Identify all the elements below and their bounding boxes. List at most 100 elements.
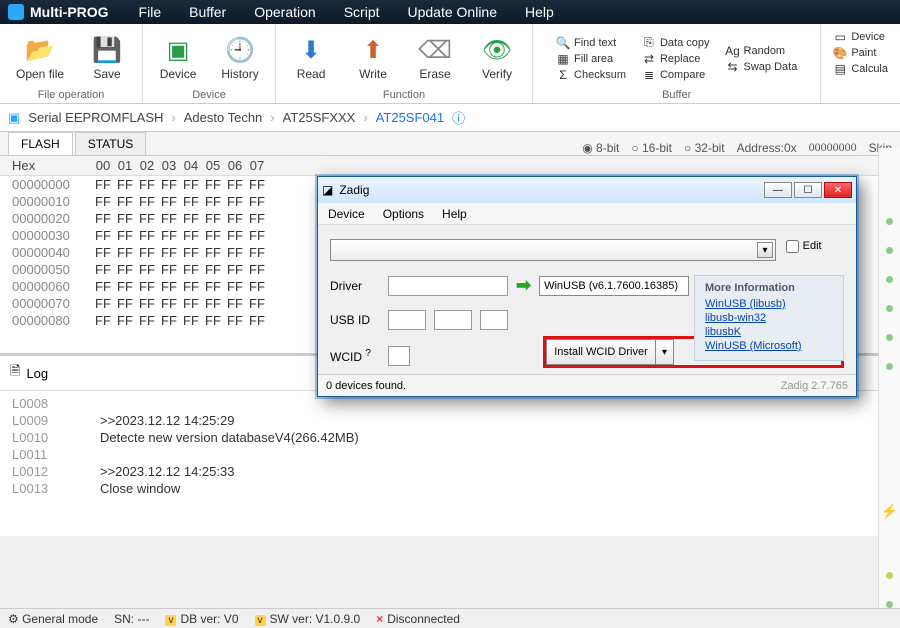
history-button[interactable]: 🕘History bbox=[213, 35, 267, 83]
hex-byte[interactable]: FF bbox=[136, 313, 158, 328]
hex-byte[interactable]: FF bbox=[224, 177, 246, 192]
hex-byte[interactable]: FF bbox=[224, 262, 246, 277]
hex-byte[interactable]: FF bbox=[92, 194, 114, 209]
hex-byte[interactable]: FF bbox=[158, 245, 180, 260]
hex-byte[interactable]: FF bbox=[180, 211, 202, 226]
wcid-field[interactable] bbox=[388, 346, 410, 366]
menu-script[interactable]: Script bbox=[344, 4, 380, 20]
hex-byte[interactable]: FF bbox=[202, 279, 224, 294]
checksum-button[interactable]: ΣChecksum bbox=[556, 68, 626, 82]
hex-byte[interactable]: FF bbox=[92, 245, 114, 260]
hex-byte[interactable]: FF bbox=[202, 313, 224, 328]
link-winusb-libusb[interactable]: WinUSB (libusb) bbox=[705, 298, 833, 310]
opt-32bit[interactable]: ○ 32-bit bbox=[684, 141, 725, 155]
hex-byte[interactable]: FF bbox=[246, 262, 268, 277]
link-libusb-win32[interactable]: libusb-win32 bbox=[705, 312, 833, 324]
usbid-pid-field[interactable] bbox=[434, 310, 472, 330]
bolt-icon[interactable]: ⚡ bbox=[881, 503, 898, 520]
fill-area-button[interactable]: ▦Fill area bbox=[556, 52, 626, 66]
zadig-titlebar[interactable]: ◪ Zadig — ☐ ✕ bbox=[318, 177, 856, 203]
hex-byte[interactable]: FF bbox=[202, 262, 224, 277]
menu-buffer[interactable]: Buffer bbox=[189, 4, 226, 20]
device-button[interactable]: ▣Device bbox=[151, 35, 205, 83]
hex-byte[interactable]: FF bbox=[246, 313, 268, 328]
replace-button[interactable]: ⇄Replace bbox=[642, 52, 710, 66]
paint-button[interactable]: 🎨Paint bbox=[833, 46, 888, 60]
address-value[interactable]: 00000000 bbox=[809, 140, 857, 155]
hex-byte[interactable]: FF bbox=[158, 279, 180, 294]
hex-byte[interactable]: FF bbox=[158, 194, 180, 209]
hex-byte[interactable]: FF bbox=[92, 211, 114, 226]
hex-byte[interactable]: FF bbox=[180, 296, 202, 311]
hex-byte[interactable]: FF bbox=[114, 313, 136, 328]
hex-byte[interactable]: FF bbox=[180, 245, 202, 260]
hex-byte[interactable]: FF bbox=[92, 262, 114, 277]
hex-byte[interactable]: FF bbox=[158, 262, 180, 277]
close-button[interactable]: ✕ bbox=[824, 182, 852, 198]
hex-byte[interactable]: FF bbox=[114, 194, 136, 209]
swap-data-button[interactable]: ⇆Swap Data bbox=[726, 60, 798, 74]
menu-help[interactable]: Help bbox=[525, 4, 554, 20]
hex-byte[interactable]: FF bbox=[246, 296, 268, 311]
hex-byte[interactable]: FF bbox=[202, 228, 224, 243]
data-copy-button[interactable]: ⎘Data copy bbox=[642, 36, 710, 50]
hex-byte[interactable]: FF bbox=[180, 177, 202, 192]
hex-byte[interactable]: FF bbox=[158, 177, 180, 192]
hex-byte[interactable]: FF bbox=[158, 296, 180, 311]
save-button[interactable]: 💾Save bbox=[80, 35, 134, 83]
hex-byte[interactable]: FF bbox=[92, 177, 114, 192]
zadig-menu-help[interactable]: Help bbox=[442, 207, 467, 221]
hex-byte[interactable]: FF bbox=[224, 228, 246, 243]
hex-byte[interactable]: FF bbox=[224, 313, 246, 328]
hex-byte[interactable]: FF bbox=[202, 177, 224, 192]
hex-byte[interactable]: FF bbox=[136, 228, 158, 243]
hex-byte[interactable]: FF bbox=[180, 228, 202, 243]
hex-byte[interactable]: FF bbox=[224, 211, 246, 226]
usbid-mi-field[interactable] bbox=[480, 310, 508, 330]
verify-button[interactable]: 👁Verify bbox=[470, 35, 524, 83]
breadcrumb-1[interactable]: Adesto Techn bbox=[184, 110, 263, 125]
hex-byte[interactable]: FF bbox=[246, 177, 268, 192]
random-button[interactable]: AgRandom bbox=[726, 44, 798, 58]
hex-byte[interactable]: FF bbox=[114, 262, 136, 277]
calculator-button[interactable]: ▤Calcula bbox=[833, 62, 888, 76]
hex-byte[interactable]: FF bbox=[92, 296, 114, 311]
zadig-menu-options[interactable]: Options bbox=[383, 207, 424, 221]
driver-current-field[interactable] bbox=[388, 276, 508, 296]
hex-byte[interactable]: FF bbox=[180, 313, 202, 328]
tab-flash[interactable]: FLASH bbox=[8, 132, 73, 155]
hex-byte[interactable]: FF bbox=[224, 245, 246, 260]
hex-byte[interactable]: FF bbox=[180, 194, 202, 209]
find-text-button[interactable]: 🔍Find text bbox=[556, 36, 626, 50]
hex-byte[interactable]: FF bbox=[114, 296, 136, 311]
hex-byte[interactable]: FF bbox=[136, 279, 158, 294]
link-winusb-microsoft[interactable]: WinUSB (Microsoft) bbox=[705, 340, 833, 352]
hex-byte[interactable]: FF bbox=[136, 211, 158, 226]
zadig-menu-device[interactable]: Device bbox=[328, 207, 365, 221]
device-combo[interactable]: ▾ bbox=[330, 239, 776, 261]
minimize-button[interactable]: — bbox=[764, 182, 792, 198]
breadcrumb-2[interactable]: AT25SFXXX bbox=[283, 110, 356, 125]
erase-button[interactable]: ⌫Erase bbox=[408, 35, 462, 83]
hex-byte[interactable]: FF bbox=[136, 262, 158, 277]
opt-16bit[interactable]: ○ 16-bit bbox=[631, 141, 672, 155]
opt-8bit[interactable]: ◉ 8-bit bbox=[582, 141, 619, 155]
tab-status[interactable]: STATUS bbox=[75, 132, 147, 155]
install-dropdown-button[interactable]: ▾ bbox=[656, 339, 674, 365]
hex-byte[interactable]: FF bbox=[114, 245, 136, 260]
hex-byte[interactable]: FF bbox=[92, 279, 114, 294]
hex-byte[interactable]: FF bbox=[136, 296, 158, 311]
hex-byte[interactable]: FF bbox=[114, 177, 136, 192]
hex-byte[interactable]: FF bbox=[224, 194, 246, 209]
right-device-button[interactable]: ▭Device bbox=[833, 30, 888, 44]
hex-byte[interactable]: FF bbox=[158, 313, 180, 328]
open-file-button[interactable]: 📂Open file bbox=[8, 35, 72, 83]
menu-operation[interactable]: Operation bbox=[254, 4, 315, 20]
hex-byte[interactable]: FF bbox=[136, 194, 158, 209]
compare-button[interactable]: ≣Compare bbox=[642, 68, 710, 82]
info-icon[interactable]: ⓘ bbox=[452, 108, 465, 127]
menu-update[interactable]: Update Online bbox=[408, 4, 498, 20]
hex-byte[interactable]: FF bbox=[246, 194, 268, 209]
hex-byte[interactable]: FF bbox=[202, 194, 224, 209]
maximize-button[interactable]: ☐ bbox=[794, 182, 822, 198]
